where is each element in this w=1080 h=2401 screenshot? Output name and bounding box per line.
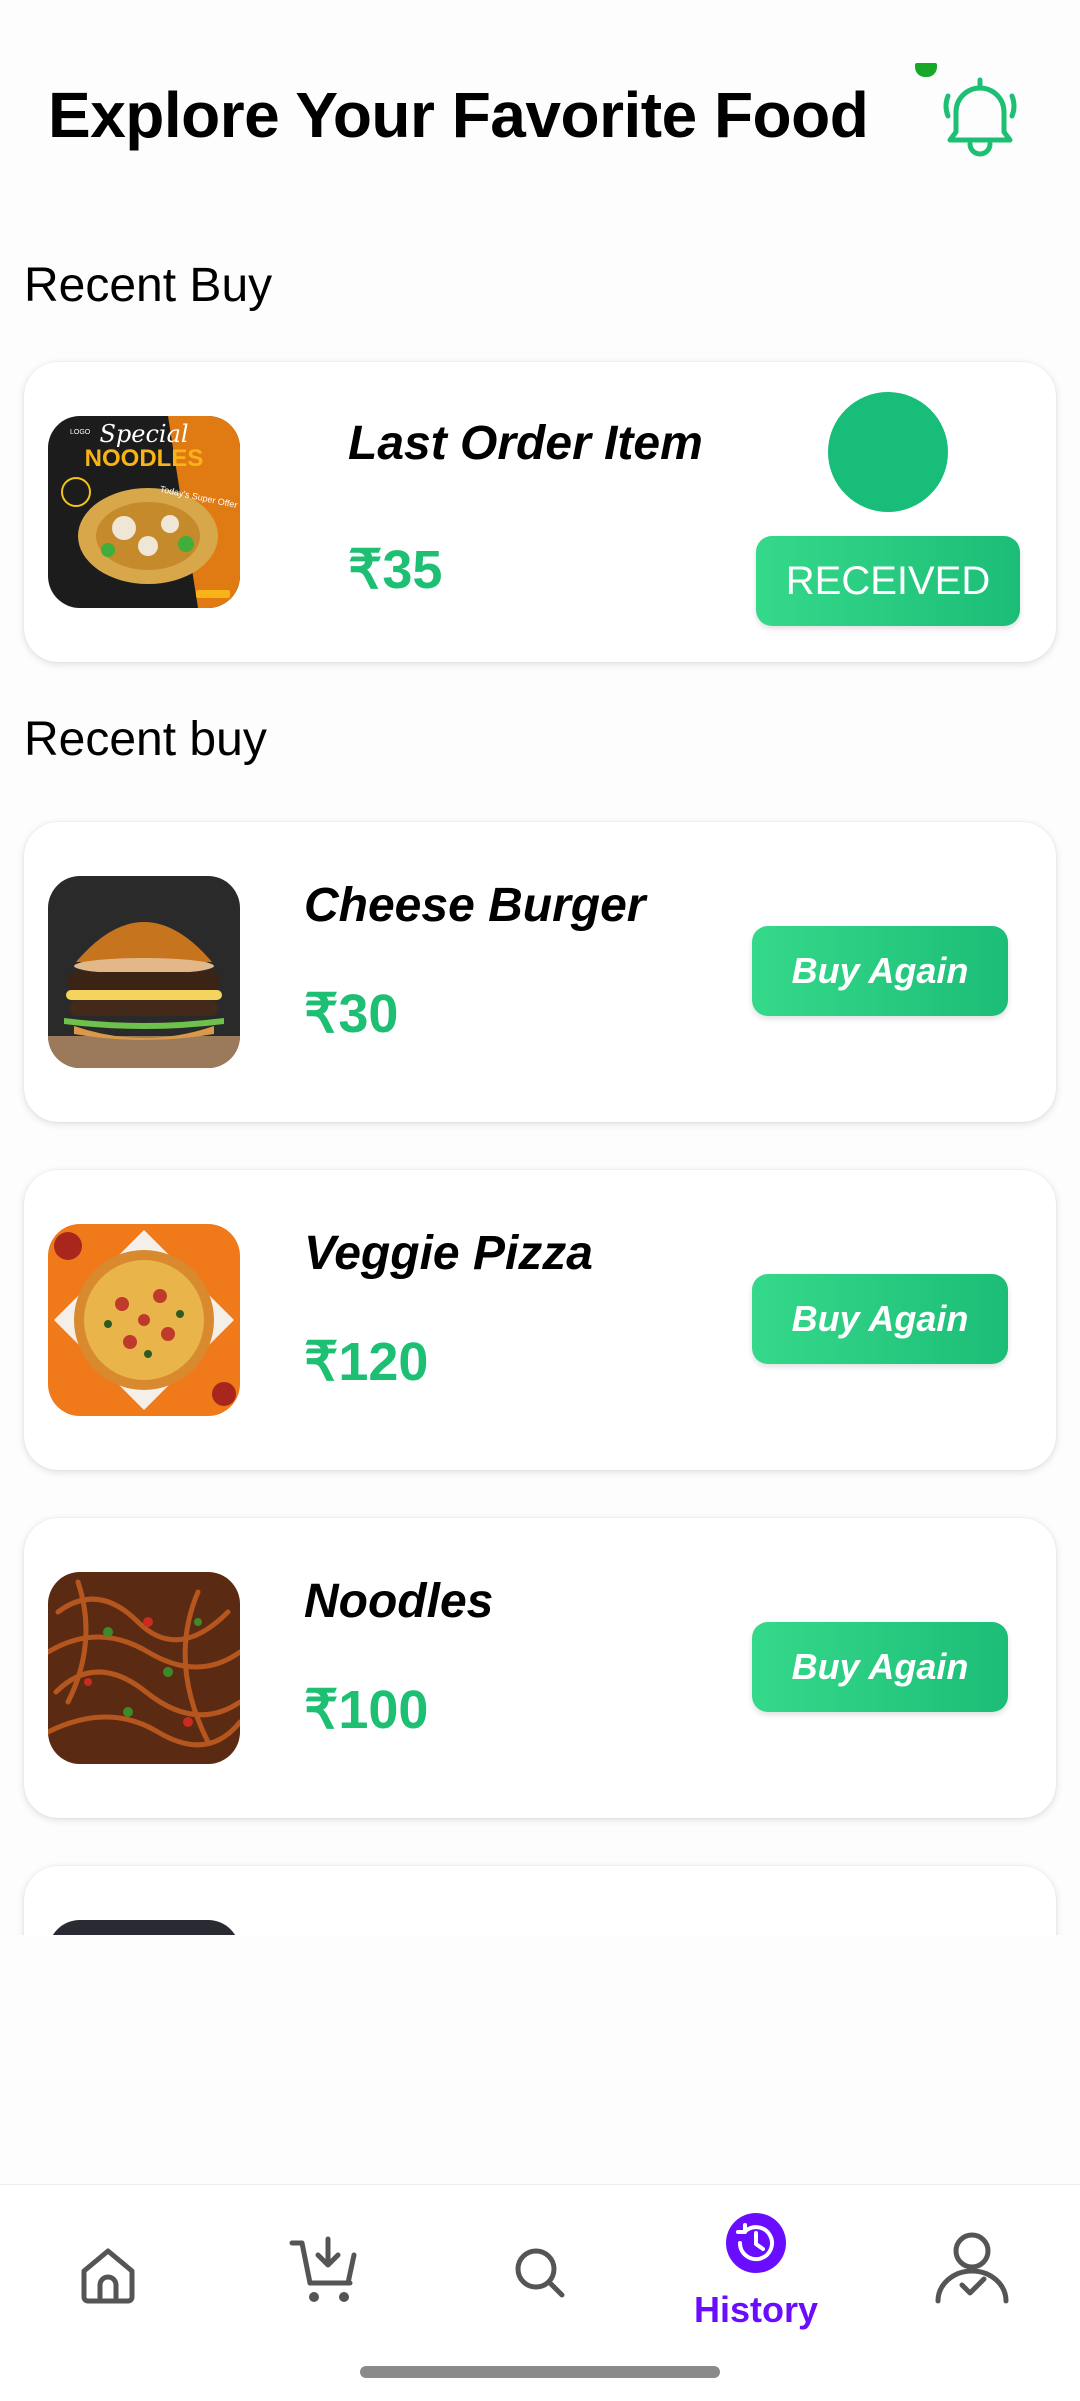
buy-again-button[interactable]: Buy Again	[752, 1622, 1008, 1712]
received-button[interactable]: RECEIVED	[756, 536, 1020, 626]
section-title-recent-buy: Recent Buy	[24, 259, 273, 312]
last-order-name: Last Order Item	[348, 417, 703, 470]
nav-history-label: History	[693, 2289, 819, 2330]
pizza-image	[48, 1224, 240, 1416]
order-status-indicator	[828, 392, 948, 512]
scroll-clip	[0, 1935, 1080, 2185]
item-name: Cheese Burger	[304, 879, 646, 932]
nav-profile[interactable]	[864, 2185, 1080, 2385]
search-icon	[515, 2248, 565, 2298]
nav-history[interactable]: History	[648, 2185, 864, 2385]
poster-text-logo: LOGO	[70, 429, 91, 436]
item-price: ₹30	[304, 984, 399, 1044]
poster-text-special: Special	[99, 420, 188, 448]
item-name: Veggie Pizza	[304, 1227, 593, 1280]
item-price: ₹120	[304, 1332, 429, 1392]
buy-again-button[interactable]: Buy Again	[752, 926, 1008, 1016]
list-item-veggie-pizza[interactable]: Veggie Pizza ₹120 Buy Again	[24, 1170, 1056, 1470]
home-indicator[interactable]	[360, 2366, 720, 2378]
history-icon	[726, 2213, 786, 2273]
cart-icon	[289, 2236, 357, 2302]
profile-icon	[935, 2232, 1009, 2304]
nav-search[interactable]	[432, 2185, 648, 2385]
list-item-noodles[interactable]: Noodles ₹100 Buy Again	[24, 1518, 1056, 1818]
item-price: ₹100	[304, 1680, 429, 1740]
last-order-price: ₹35	[348, 540, 443, 600]
item-name: Noodles	[304, 1575, 494, 1628]
list-item-cheese-burger[interactable]: Cheese Burger ₹30 Buy Again	[24, 822, 1056, 1122]
home-icon	[81, 2248, 135, 2304]
noodles-poster-image: Special NOODLES Today's Super Offer LOGO	[48, 416, 240, 608]
section-title-recent-buy-list: Recent buy	[24, 713, 267, 766]
poster-text-noodles: NOODLES	[85, 445, 204, 472]
burger-image	[48, 876, 240, 1068]
bell-icon[interactable]	[940, 70, 1020, 160]
noodles-image	[48, 1572, 240, 1764]
buy-again-button[interactable]: Buy Again	[752, 1274, 1008, 1364]
last-order-card[interactable]: Special NOODLES Today's Super Offer LOGO…	[24, 362, 1056, 662]
nav-home[interactable]	[0, 2185, 216, 2385]
nav-cart[interactable]	[216, 2185, 432, 2385]
notification-badge	[915, 63, 937, 77]
page-title: Explore Your Favorite Food	[48, 79, 869, 151]
